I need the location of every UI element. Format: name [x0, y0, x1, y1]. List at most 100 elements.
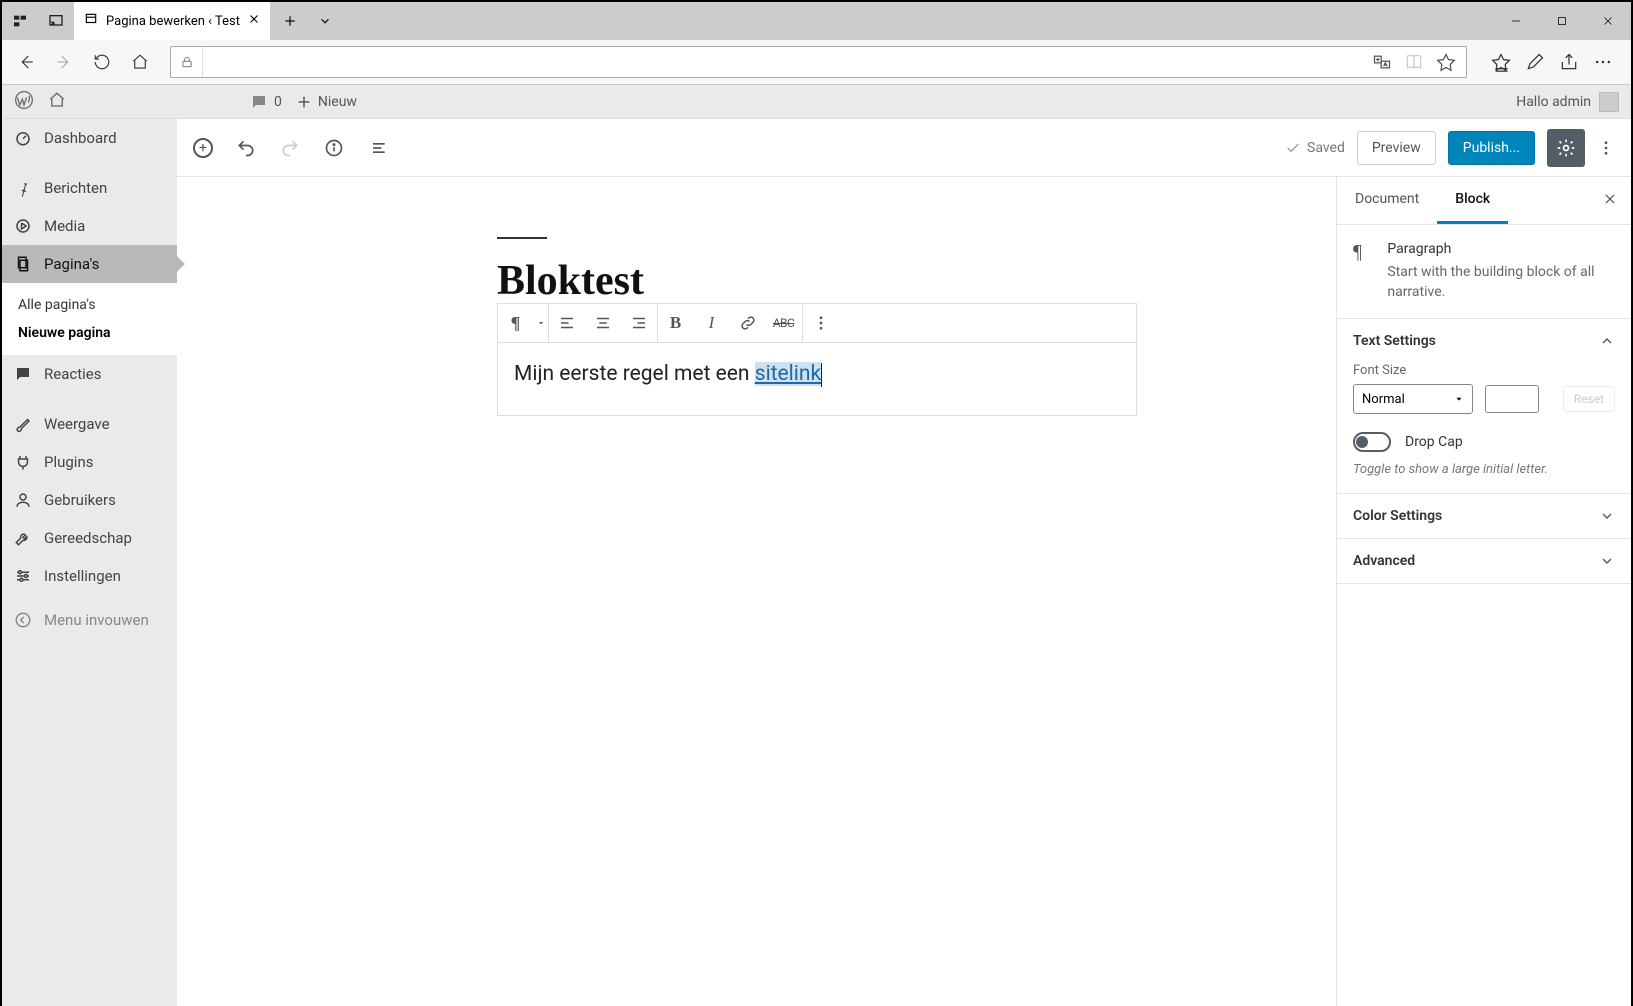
block-more-button[interactable]	[803, 304, 839, 342]
submenu-all-pages[interactable]: Alle pagina's	[2, 291, 177, 319]
avatar	[1599, 92, 1619, 112]
wp-admin-bar: 0 Nieuw Hallo admin	[2, 85, 1631, 119]
align-left-button[interactable]	[549, 304, 585, 342]
panel-head-advanced[interactable]: Advanced	[1337, 539, 1631, 583]
menu-tools[interactable]: Gereedschap	[2, 519, 177, 557]
menu-collapse[interactable]: Menu invouwen	[2, 601, 177, 639]
redo-button[interactable]	[279, 137, 301, 159]
submenu-new-page[interactable]: Nieuwe pagina	[2, 319, 177, 347]
editor-toolbar-left: +	[193, 137, 389, 159]
minimize-button[interactable]	[1493, 2, 1539, 40]
menu-pages[interactable]: Pagina's	[2, 245, 177, 283]
publish-button[interactable]: Publish...	[1448, 131, 1535, 165]
lock-icon[interactable]	[171, 47, 203, 77]
block-type-caret[interactable]	[534, 304, 548, 342]
menu-plugins[interactable]: Plugins	[2, 443, 177, 481]
more-options-button[interactable]	[1597, 129, 1615, 167]
block-type-button[interactable]: ¶	[498, 304, 534, 342]
tab-actions-icon[interactable]	[2, 2, 38, 40]
outline-button[interactable]	[367, 137, 389, 159]
editor-canvas[interactable]: Bloktest ¶ B I	[177, 177, 1336, 1006]
refresh-button[interactable]	[84, 44, 120, 80]
address-bar[interactable]	[170, 46, 1467, 78]
menu-label: Plugins	[44, 453, 93, 471]
user-icon	[14, 491, 32, 509]
comment-count: 0	[274, 94, 282, 110]
content-info-button[interactable]	[323, 137, 345, 159]
menu-settings[interactable]: Instellingen	[2, 557, 177, 595]
block-type-group: ¶	[498, 304, 549, 342]
title-divider	[497, 237, 547, 239]
paragraph-block[interactable]: Mijn eerste regel met een sitelink	[497, 343, 1137, 416]
greeting: Hallo admin	[1516, 94, 1591, 110]
saved-indicator: Saved	[1285, 140, 1345, 156]
font-size-row: Normal Reset	[1353, 384, 1615, 414]
adminbar-comments[interactable]: 0	[250, 93, 282, 111]
tab-dropdown-icon[interactable]	[310, 2, 340, 40]
panel-head-color[interactable]: Color Settings	[1337, 494, 1631, 538]
new-tab-button[interactable]	[270, 2, 310, 40]
font-size-select[interactable]: Normal	[1353, 384, 1473, 414]
menu-dashboard[interactable]: Dashboard	[2, 119, 177, 157]
menu-label: Pagina's	[44, 255, 99, 273]
reading-view-icon[interactable]	[1404, 52, 1424, 72]
add-block-button[interactable]: +	[193, 138, 213, 158]
back-button[interactable]	[8, 44, 44, 80]
menu-posts[interactable]: Berichten	[2, 169, 177, 207]
more-browser-icon[interactable]	[1593, 52, 1613, 72]
panel-advanced: Advanced	[1337, 539, 1631, 584]
brush-icon	[14, 415, 32, 433]
italic-button[interactable]: I	[694, 304, 730, 342]
set-aside-icon[interactable]	[38, 2, 74, 40]
strikethrough-button[interactable]: ABC	[766, 304, 802, 342]
menu-appearance[interactable]: Weergave	[2, 405, 177, 443]
maximize-button[interactable]	[1539, 2, 1585, 40]
drop-cap-toggle[interactable]	[1353, 432, 1391, 452]
link-button[interactable]	[730, 304, 766, 342]
translate-icon[interactable]	[1372, 52, 1392, 72]
panel-color-settings: Color Settings	[1337, 494, 1631, 539]
undo-button[interactable]	[235, 137, 257, 159]
browser-home-button[interactable]	[122, 44, 158, 80]
tab-document[interactable]: Document	[1337, 177, 1437, 224]
admin-sidebar: Dashboard Berichten Media Pagina's Alle …	[2, 119, 177, 1006]
post-title[interactable]: Bloktest	[497, 257, 1137, 305]
favorites-list-icon[interactable]	[1491, 52, 1511, 72]
site-home-icon[interactable]	[48, 91, 66, 113]
block-description: Start with the building block of all nar…	[1387, 263, 1615, 302]
forward-button[interactable]	[46, 44, 82, 80]
adminbar-user[interactable]: Hallo admin	[1516, 92, 1619, 112]
menu-media[interactable]: Media	[2, 207, 177, 245]
close-inspector-button[interactable]	[1589, 177, 1631, 224]
panel-title: Text Settings	[1353, 333, 1436, 349]
menu-label: Instellingen	[44, 567, 121, 585]
plug-icon	[14, 453, 32, 471]
menu-users[interactable]: Gebruikers	[2, 481, 177, 519]
menu-comments[interactable]: Reacties	[2, 355, 177, 393]
close-window-button[interactable]	[1585, 2, 1631, 40]
bold-button[interactable]: B	[658, 304, 694, 342]
settings-toggle-button[interactable]	[1547, 129, 1585, 167]
block-toolbar: ¶ B I ABC	[497, 303, 1137, 343]
align-center-button[interactable]	[585, 304, 621, 342]
font-size-input[interactable]	[1485, 385, 1539, 413]
panel-body-text: Font Size Normal Reset Drop Cap	[1337, 363, 1631, 493]
favorite-icon[interactable]	[1436, 52, 1456, 72]
paragraph-link[interactable]: sitelink	[755, 362, 821, 386]
reset-button[interactable]: Reset	[1563, 386, 1615, 412]
align-right-button[interactable]	[621, 304, 657, 342]
panel-head-text-settings[interactable]: Text Settings	[1337, 319, 1631, 363]
share-icon[interactable]	[1559, 52, 1579, 72]
block-name: Paragraph	[1387, 241, 1615, 257]
inspector-panel: Document Block ¶ Paragraph Start with th…	[1336, 177, 1631, 1006]
pilcrow-icon: ¶	[1353, 241, 1373, 265]
close-tab-icon[interactable]	[248, 13, 260, 29]
font-size-label: Font Size	[1353, 363, 1615, 378]
media-icon	[14, 217, 32, 235]
notes-icon[interactable]	[1525, 52, 1545, 72]
browser-tab[interactable]: Pagina bewerken ‹ Test	[74, 2, 270, 40]
adminbar-new[interactable]: Nieuw	[296, 94, 357, 110]
tab-block[interactable]: Block	[1437, 177, 1508, 224]
preview-button[interactable]: Preview	[1357, 131, 1436, 165]
wordpress-logo-icon[interactable]	[14, 90, 34, 114]
